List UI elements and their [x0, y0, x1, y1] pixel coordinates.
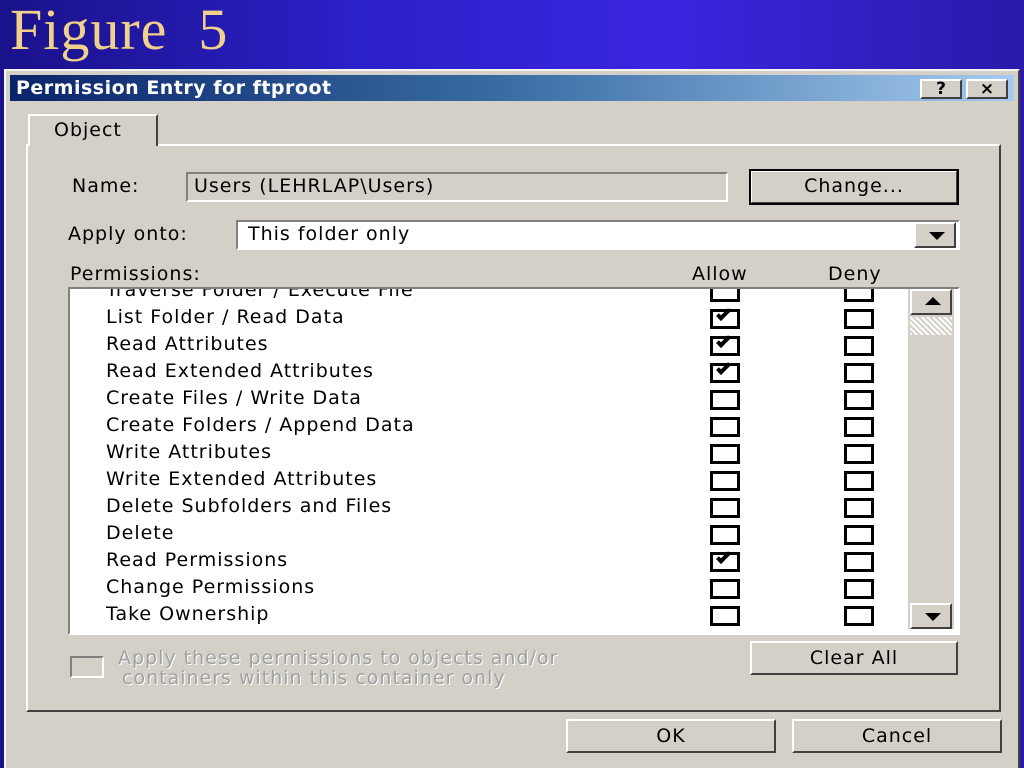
permission-row: Create Files / Write Data — [70, 387, 910, 414]
slide-title: Figure 5 — [10, 0, 229, 62]
scroll-down-button[interactable] — [910, 603, 952, 629]
permission-row: Write Attributes — [70, 441, 910, 468]
permission-name: Take Ownership — [106, 603, 270, 625]
deny-checkbox[interactable] — [844, 363, 874, 383]
permissions-scrollbar[interactable] — [908, 289, 954, 629]
permission-row: Take Ownership — [70, 603, 910, 630]
permission-name: Change Permissions — [106, 576, 316, 598]
allow-checkbox[interactable] — [710, 471, 740, 491]
allow-column-header: Allow — [692, 263, 748, 285]
permission-name: Delete Subfolders and Files — [106, 495, 393, 517]
checkmark-icon — [716, 306, 731, 321]
permission-row: Delete — [70, 522, 910, 549]
deny-checkbox[interactable] — [844, 390, 874, 410]
allow-checkbox[interactable] — [710, 306, 740, 329]
permission-row: Write Extended Attributes — [70, 468, 910, 495]
allow-checkbox[interactable] — [710, 289, 740, 302]
permission-name: Write Attributes — [106, 441, 272, 463]
deny-checkbox[interactable] — [844, 309, 874, 329]
deny-checkbox[interactable] — [844, 471, 874, 491]
permission-row: Delete Subfolders and Files — [70, 495, 910, 522]
permission-row: Read Permissions — [70, 549, 910, 576]
question-icon: ? — [936, 79, 946, 99]
close-button[interactable]: × — [966, 79, 1008, 99]
apply-container-label-line2: containers within this container only — [122, 667, 506, 689]
cancel-label: Cancel — [861, 725, 933, 747]
allow-checkbox[interactable] — [710, 390, 740, 410]
permission-name: Read Attributes — [106, 333, 269, 355]
allow-checkbox[interactable] — [710, 579, 740, 599]
chevron-down-icon — [925, 613, 941, 621]
ok-button[interactable]: OK — [566, 719, 776, 753]
permission-name: Delete — [106, 522, 175, 544]
permission-name: Create Files / Write Data — [106, 387, 362, 409]
permissions-label: Permissions: — [70, 263, 201, 285]
help-button[interactable]: ? — [920, 79, 962, 99]
deny-checkbox[interactable] — [844, 552, 874, 572]
apply-container-label-line1: Apply these permissions to objects and/o… — [118, 647, 559, 669]
deny-checkbox[interactable] — [844, 336, 874, 356]
deny-checkbox[interactable] — [844, 525, 874, 545]
allow-checkbox[interactable] — [710, 444, 740, 464]
window-title: Permission Entry for ftproot — [16, 77, 332, 99]
clear-all-button[interactable]: Clear All — [750, 641, 958, 675]
permission-name: Read Extended Attributes — [106, 360, 374, 382]
permission-row: Create Folders / Append Data — [70, 414, 910, 441]
permission-name: Write Extended Attributes — [106, 468, 378, 490]
apply-onto-select[interactable]: This folder only — [236, 220, 960, 250]
cancel-button[interactable]: Cancel — [792, 719, 1002, 753]
allow-checkbox[interactable] — [710, 606, 740, 626]
permission-row: Read Attributes — [70, 333, 910, 360]
deny-checkbox[interactable] — [844, 579, 874, 599]
allow-checkbox[interactable] — [710, 417, 740, 437]
chevron-down-icon — [929, 232, 945, 240]
checkmark-icon — [716, 333, 731, 348]
permission-row: Change Permissions — [70, 576, 910, 603]
scroll-up-button[interactable] — [910, 289, 952, 315]
close-icon: × — [979, 79, 995, 99]
allow-checkbox[interactable] — [710, 525, 740, 545]
permission-row: Read Extended Attributes — [70, 360, 910, 387]
deny-checkbox[interactable] — [844, 498, 874, 518]
deny-checkbox[interactable] — [844, 417, 874, 437]
deny-checkbox[interactable] — [844, 606, 874, 626]
deny-checkbox[interactable] — [844, 289, 874, 302]
permission-name: Read Permissions — [106, 549, 289, 571]
permission-row: Traverse Folder / Execute File — [70, 289, 910, 306]
change-button[interactable]: Change... — [749, 169, 959, 205]
clear-all-label: Clear All — [809, 647, 899, 669]
apply-onto-dropdown-button[interactable] — [914, 222, 956, 248]
apply-onto-label: Apply onto: — [68, 223, 188, 245]
scroll-thumb[interactable] — [910, 317, 952, 335]
permission-name: Create Folders / Append Data — [106, 414, 415, 436]
permission-name: List Folder / Read Data — [106, 306, 345, 328]
change-button-label: Change... — [804, 175, 904, 197]
name-value: Users (LEHRLAP\Users) — [194, 175, 435, 197]
checkmark-icon — [716, 549, 731, 564]
permission-name: Traverse Folder / Execute File — [106, 289, 414, 301]
allow-checkbox[interactable] — [710, 549, 740, 572]
ok-label: OK — [656, 725, 686, 747]
checkmark-icon — [716, 360, 731, 375]
apply-container-checkbox[interactable] — [70, 656, 104, 678]
permissions-list: Traverse Folder / Execute File List Folde… — [70, 289, 958, 633]
deny-checkbox[interactable] — [844, 444, 874, 464]
deny-column-header: Deny — [828, 263, 882, 285]
title-bar[interactable]: Permission Entry for ftproot ? × — [10, 75, 1014, 101]
tab-object-label: Object — [54, 119, 122, 141]
allow-checkbox[interactable] — [710, 498, 740, 518]
tab-object[interactable]: Object — [28, 114, 158, 146]
allow-checkbox[interactable] — [710, 360, 740, 383]
permission-row: List Folder / Read Data — [70, 306, 910, 333]
allow-checkbox[interactable] — [710, 333, 740, 356]
apply-onto-value: This folder only — [248, 223, 411, 245]
chevron-up-icon — [925, 297, 941, 305]
name-label: Name: — [72, 175, 140, 197]
permission-entry-dialog: Permission Entry for ftproot ? × Object … — [4, 69, 1020, 768]
name-field: Users (LEHRLAP\Users) — [186, 172, 728, 202]
